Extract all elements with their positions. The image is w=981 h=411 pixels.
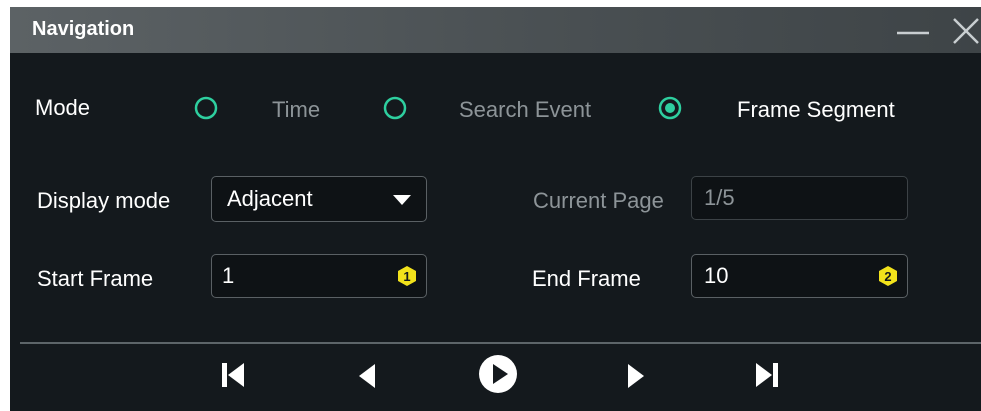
current-page-value: 1/5 bbox=[704, 185, 735, 210]
skip-to-start-icon[interactable] bbox=[220, 360, 246, 390]
knob-1-badge-text: 1 bbox=[403, 269, 410, 284]
start-frame-value: 1 bbox=[222, 263, 235, 288]
display-mode-label: Display mode bbox=[37, 188, 171, 213]
navigation-panel: Navigation Mode Time Search Event Frame … bbox=[10, 7, 981, 411]
display-mode-dropdown[interactable]: Adjacent bbox=[211, 176, 427, 222]
chevron-down-icon bbox=[393, 195, 411, 205]
start-frame-label: Start Frame bbox=[37, 266, 154, 291]
previous-icon[interactable] bbox=[356, 362, 378, 390]
start-frame-input[interactable]: 1 1 bbox=[211, 254, 427, 298]
skip-to-end-icon[interactable] bbox=[754, 360, 780, 390]
panel-title: Navigation bbox=[32, 18, 135, 40]
next-icon[interactable] bbox=[625, 362, 647, 390]
current-page-label: Current Page bbox=[533, 188, 664, 213]
knob-1-badge-icon: 1 bbox=[398, 266, 416, 286]
end-frame-value: 10 bbox=[704, 263, 729, 288]
title-bar[interactable]: Navigation bbox=[10, 7, 981, 53]
divider bbox=[20, 342, 981, 344]
end-frame-label: End Frame bbox=[532, 266, 641, 291]
radio-frame-segment-label[interactable]: Frame Segment bbox=[737, 97, 895, 123]
radio-time[interactable] bbox=[194, 96, 218, 120]
radio-search-event[interactable] bbox=[383, 96, 407, 120]
close-icon[interactable] bbox=[948, 15, 981, 45]
minimize-icon[interactable] bbox=[893, 16, 933, 44]
radio-search-event-label[interactable]: Search Event bbox=[459, 97, 591, 123]
current-page-field: 1/5 bbox=[691, 176, 908, 220]
radio-time-label[interactable]: Time bbox=[272, 97, 320, 123]
mode-label: Mode bbox=[35, 95, 91, 120]
end-frame-input[interactable]: 10 2 bbox=[691, 254, 908, 298]
play-icon[interactable] bbox=[478, 354, 518, 394]
radio-frame-segment[interactable] bbox=[658, 96, 682, 120]
knob-2-badge-icon: 2 bbox=[879, 266, 897, 286]
display-mode-value: Adjacent bbox=[227, 186, 313, 211]
knob-2-badge-text: 2 bbox=[884, 269, 891, 284]
